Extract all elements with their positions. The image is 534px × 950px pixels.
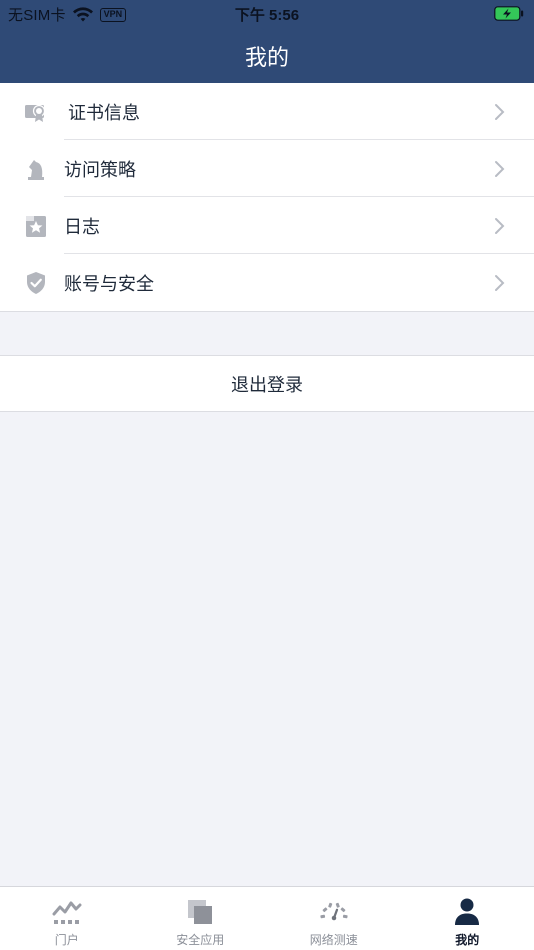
- tab-secure-apps[interactable]: 安全应用: [134, 887, 268, 950]
- tab-label-portal: 门户: [54, 933, 79, 947]
- menu-item-log[interactable]: 日志: [0, 197, 534, 254]
- menu-label-log: 日志: [64, 216, 100, 238]
- chevron-right-icon: [495, 103, 505, 120]
- shield-check-icon: [24, 271, 48, 295]
- page-title: 我的: [244, 46, 289, 71]
- battery-icon: [494, 6, 524, 21]
- menu-item-access-policy[interactable]: 访问策略: [0, 140, 534, 197]
- chevron-right-icon: [495, 160, 505, 177]
- settings-menu: 证书信息 访问策略 日志 账号与安全: [0, 83, 534, 312]
- tab-portal[interactable]: 门户: [0, 887, 134, 950]
- star-note-icon: [24, 214, 48, 238]
- tab-profile[interactable]: 我的: [401, 887, 534, 950]
- chess-knight-icon: [24, 157, 48, 181]
- activity-chart-icon: [52, 897, 82, 927]
- status-time: 下午 5:56: [234, 7, 300, 24]
- tab-label-speed-test: 网络测速: [309, 933, 358, 947]
- tab-label-profile: 我的: [455, 933, 480, 947]
- status-bar: 无SIM卡 VPN 下午 5:56: [0, 0, 534, 28]
- menu-label-certificate: 证书信息: [68, 102, 140, 124]
- menu-item-account-security[interactable]: 账号与安全: [0, 254, 534, 311]
- logout-label: 退出登录: [231, 374, 303, 396]
- chevron-right-icon: [495, 217, 505, 234]
- header: 无SIM卡 VPN 下午 5:56 我的: [0, 0, 534, 83]
- chevron-right-icon: [495, 274, 505, 291]
- logout-button[interactable]: 退出登录: [0, 355, 534, 412]
- tab-label-secure-apps: 安全应用: [176, 933, 225, 947]
- user-icon: [452, 897, 482, 927]
- menu-label-account-security: 账号与安全: [64, 273, 154, 295]
- speedometer-icon: [319, 897, 349, 927]
- menu-label-access-policy: 访问策略: [64, 159, 136, 181]
- menu-item-certificate[interactable]: 证书信息: [0, 83, 534, 140]
- tab-bar: 门户 安全应用 网络测速 我的: [0, 886, 534, 950]
- profile-screen: 无SIM卡 VPN 下午 5:56 我的 证书信息 访问策略 日志 账号与安全 …: [0, 0, 534, 950]
- tab-speed-test[interactable]: 网络测速: [267, 887, 401, 950]
- certificate-icon: [24, 100, 48, 124]
- stacked-squares-icon: [185, 897, 215, 927]
